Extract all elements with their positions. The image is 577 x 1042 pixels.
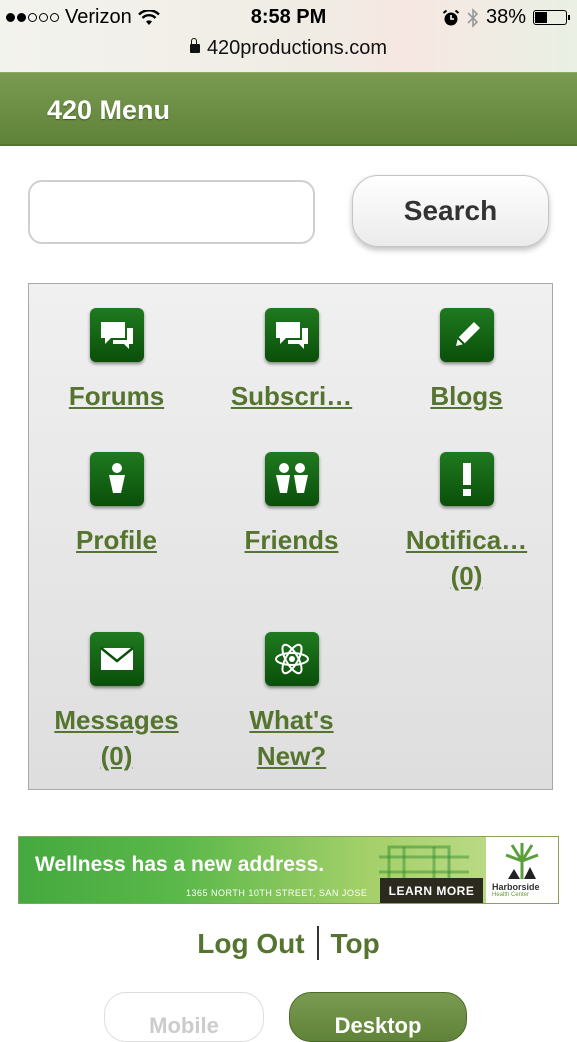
bluetooth-icon bbox=[467, 7, 479, 28]
tile-label[interactable]: Notifica… bbox=[379, 522, 554, 558]
exclamation-icon bbox=[439, 452, 494, 506]
subscriptions-icon bbox=[264, 308, 319, 362]
banner-headline: Wellness has a new address. bbox=[35, 853, 325, 876]
tile-label[interactable]: Messages bbox=[29, 702, 204, 738]
alarm-icon bbox=[442, 9, 460, 25]
tile-forums[interactable]: Forums bbox=[29, 308, 204, 414]
friends-icon bbox=[264, 452, 319, 506]
lock-icon bbox=[189, 38, 200, 53]
person-icon bbox=[89, 452, 144, 506]
ad-banner[interactable]: Wellness has a new address. 1365 NORTH 1… bbox=[18, 836, 559, 904]
logo-subtitle: Health Center bbox=[492, 892, 530, 898]
divider bbox=[316, 925, 319, 960]
tile-blogs[interactable]: Blogs bbox=[379, 308, 554, 414]
tile-label[interactable]: Friends bbox=[204, 522, 379, 558]
menu-bar[interactable]: 420 Menu bbox=[0, 72, 577, 146]
tile-label[interactable]: Blogs bbox=[379, 378, 554, 414]
notification-count[interactable]: (0) bbox=[379, 558, 554, 594]
cannabis-leaf-icon bbox=[505, 843, 539, 879]
tile-label[interactable]: Forums bbox=[29, 378, 204, 414]
envelope-icon bbox=[89, 632, 144, 686]
tile-label[interactable]: Subscri… bbox=[204, 378, 379, 414]
banner-address: 1365 NORTH 10TH STREET, SAN JOSE bbox=[186, 888, 368, 898]
tile-notifications[interactable]: Notifica… (0) bbox=[379, 452, 554, 594]
mobile-view-button[interactable]: Mobile bbox=[104, 992, 264, 1042]
tile-subscriptions[interactable]: Subscri… bbox=[204, 308, 379, 414]
desktop-view-button[interactable]: Desktop bbox=[289, 992, 467, 1042]
tile-label-line2[interactable]: New? bbox=[204, 738, 379, 774]
logo-name: Harborside bbox=[492, 882, 540, 892]
top-link[interactable]: Top bbox=[331, 928, 380, 959]
tile-whats-new[interactable]: What's New? bbox=[204, 632, 379, 774]
message-count[interactable]: (0) bbox=[29, 738, 204, 774]
battery-icon bbox=[533, 10, 570, 25]
tile-profile[interactable]: Profile bbox=[29, 452, 204, 558]
ios-status-bar: Verizon 8:58 PM 38% 420productions.com bbox=[0, 0, 577, 72]
battery-percent: 38% bbox=[485, 6, 526, 28]
logout-link[interactable]: Log Out bbox=[197, 928, 304, 959]
tile-label[interactable]: What's bbox=[204, 702, 379, 738]
tile-messages[interactable]: Messages (0) bbox=[29, 632, 204, 774]
forum-icon bbox=[89, 308, 144, 362]
tile-label[interactable]: Profile bbox=[29, 522, 204, 558]
search-button[interactable]: Search bbox=[352, 175, 549, 247]
footer-links: Log Out Top bbox=[0, 925, 577, 963]
search-input[interactable] bbox=[28, 180, 315, 244]
tile-friends[interactable]: Friends bbox=[204, 452, 379, 558]
quick-links-grid: Forums Subscri… Blogs Profile Friends No… bbox=[28, 283, 553, 790]
url-text: 420productions.com bbox=[206, 37, 388, 59]
pencil-icon bbox=[439, 308, 494, 362]
menu-title[interactable]: 420 Menu bbox=[47, 95, 170, 126]
harborside-logo: Harborside Health Center bbox=[486, 837, 558, 903]
learn-more-button[interactable]: LEARN MORE bbox=[380, 878, 483, 903]
address-bar[interactable]: 420productions.com bbox=[0, 37, 577, 60]
atom-icon bbox=[264, 632, 319, 686]
